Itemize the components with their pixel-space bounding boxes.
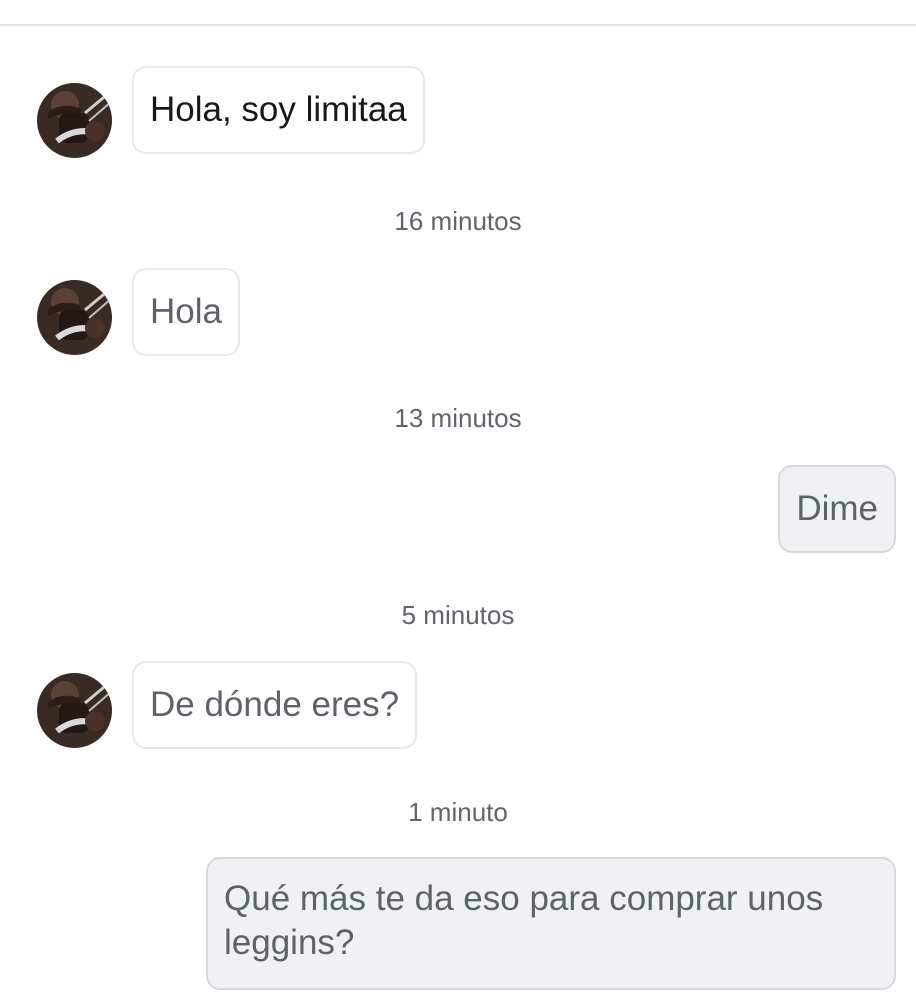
message-bubble-outgoing[interactable]: Qué más te da eso para comprar unos legg… bbox=[206, 857, 896, 990]
message-bubble-incoming[interactable]: Hola bbox=[132, 268, 240, 356]
message-text: Hola, soy limitaa bbox=[150, 90, 407, 129]
message-bubble-outgoing[interactable]: Dime bbox=[778, 465, 896, 553]
timestamp: 5 minutos bbox=[401, 600, 515, 630]
avatar-photo-icon bbox=[37, 673, 112, 748]
message-text: Dime bbox=[796, 489, 878, 528]
timestamp: 13 minutos bbox=[394, 403, 522, 433]
contact-avatar[interactable] bbox=[37, 673, 112, 748]
timestamp: 16 minutos bbox=[394, 206, 522, 236]
avatar-photo-icon bbox=[37, 83, 112, 158]
message-text: De dónde eres? bbox=[150, 685, 400, 724]
message-text: Qué más te da eso para comprar unos legg… bbox=[224, 879, 824, 962]
contact-avatar[interactable] bbox=[37, 280, 112, 355]
avatar-photo-icon bbox=[37, 280, 112, 355]
timestamp: 1 minuto bbox=[408, 797, 508, 827]
message-bubble-incoming[interactable]: De dónde eres? bbox=[132, 661, 418, 749]
message-bubble-incoming[interactable]: Hola, soy limitaa bbox=[132, 66, 425, 154]
message-text: Hola bbox=[150, 292, 222, 331]
header-divider bbox=[0, 24, 916, 26]
contact-avatar[interactable] bbox=[37, 83, 112, 158]
